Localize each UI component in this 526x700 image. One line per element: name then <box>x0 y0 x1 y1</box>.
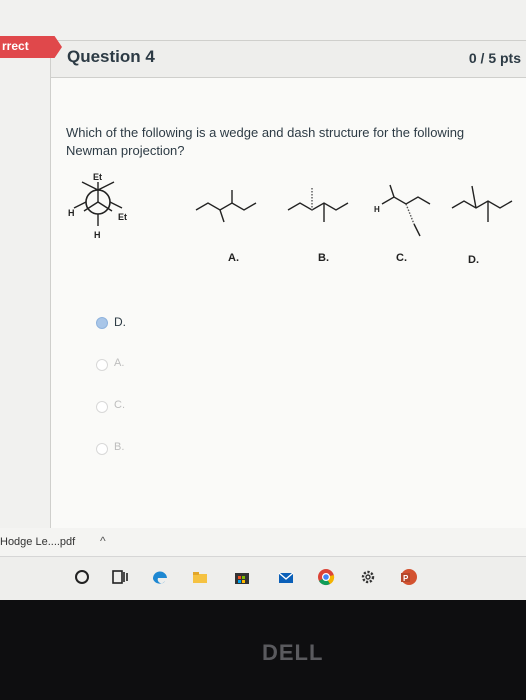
task-view-icon[interactable] <box>110 567 130 587</box>
structure-label-c: C. <box>396 252 407 264</box>
structure-d <box>451 185 513 222</box>
radio-button[interactable] <box>96 317 108 329</box>
structure-c-h: H <box>374 205 380 214</box>
laptop-bezel: DELL <box>0 600 526 700</box>
question-points: 0 / 5 pts <box>468 50 521 66</box>
structure-label-a: A. <box>228 252 239 264</box>
answer-label: D. <box>114 315 126 329</box>
edge-icon[interactable] <box>150 567 170 587</box>
question-text: Which of the following is a wedge and da… <box>66 125 465 158</box>
chrome-icon[interactable] <box>316 567 336 587</box>
question-title: Question 4 <box>67 47 155 66</box>
newman-projection: Et H Et H <box>68 172 127 240</box>
radio-button[interactable] <box>96 443 108 455</box>
download-item[interactable]: Hodge Le....pdf <box>0 536 75 548</box>
search-icon[interactable] <box>72 567 92 587</box>
structure-a <box>195 190 257 223</box>
radio-button[interactable] <box>96 359 108 371</box>
newman-front-top: Et <box>93 172 102 182</box>
download-bar: Hodge Le....pdf ^ <box>0 528 526 556</box>
answer-label: C. <box>114 399 125 411</box>
settings-icon[interactable] <box>358 567 378 587</box>
structure-label-d: D. <box>468 254 479 266</box>
ribbon-text: rrect <box>2 39 29 53</box>
taskbar: P <box>0 556 526 601</box>
question-card: Question 4 0 / 5 pts <box>50 40 526 528</box>
question-header: Question 4 0 / 5 pts <box>51 40 526 78</box>
answer-label: A. <box>114 357 125 369</box>
svg-text:P: P <box>403 574 409 583</box>
newman-bottom: H <box>94 230 101 240</box>
download-chevron-icon[interactable]: ^ <box>100 534 106 548</box>
structure-label-b: B. <box>318 252 329 264</box>
radio-button[interactable] <box>96 401 108 413</box>
incorrect-ribbon: rrect <box>0 36 62 58</box>
file-explorer-icon[interactable] <box>190 567 210 587</box>
newman-right: Et <box>118 212 127 222</box>
dell-logo: DELL <box>262 640 324 665</box>
newman-left: H <box>68 208 75 218</box>
mail-icon[interactable] <box>276 567 296 587</box>
structure-b <box>287 188 349 222</box>
screen: Question 4 0 / 5 pts rrect Which of the … <box>0 0 526 640</box>
powerpoint-icon[interactable]: P <box>398 567 418 587</box>
answer-label: B. <box>114 441 125 453</box>
store-icon[interactable] <box>232 567 252 587</box>
structure-c: H <box>374 184 431 237</box>
